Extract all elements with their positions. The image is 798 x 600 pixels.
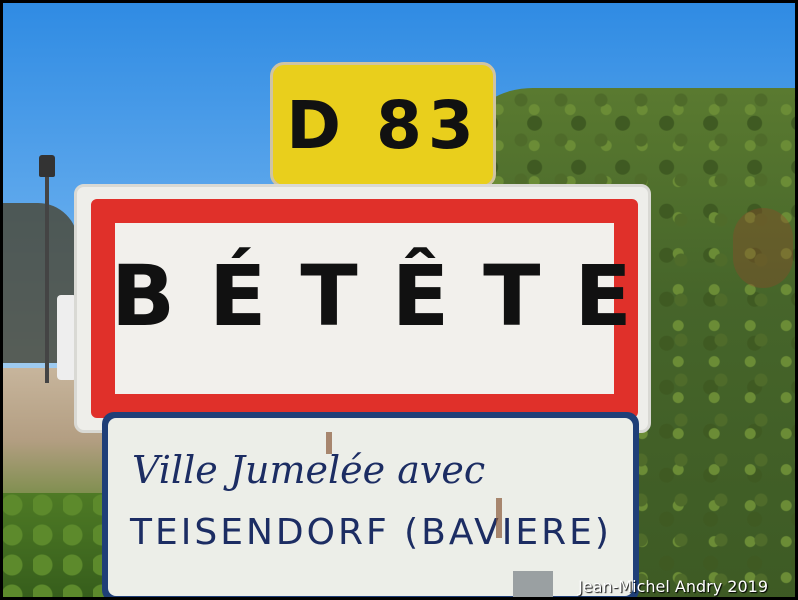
- sign-post: [513, 571, 553, 597]
- road-sign-photo: D 83 BÉTÊTE Ville Jumelée avec TEISENDOR…: [3, 3, 795, 597]
- twinning-sign-panel: Ville Jumelée avec TEISENDORF (BAVIERE): [108, 418, 633, 596]
- route-number-sign: D 83: [270, 62, 496, 188]
- photo-credit: Jean-Michel Andry 2019: [578, 577, 768, 596]
- route-number: D 83: [286, 86, 480, 164]
- twinning-sign: Ville Jumelée avec TEISENDORF (BAVIERE): [102, 412, 639, 597]
- twinning-text-line1: Ville Jumelée avec: [132, 448, 486, 492]
- street-lamp: [39, 155, 55, 177]
- town-entry-sign: BÉTÊTE: [74, 184, 651, 433]
- town-name: BÉTÊTE: [111, 247, 666, 345]
- twinning-text-line2: TEISENDORF (BAVIERE): [130, 512, 612, 553]
- photo-frame: D 83 BÉTÊTE Ville Jumelée avec TEISENDOR…: [0, 0, 798, 600]
- street-lamp-pole: [45, 173, 49, 383]
